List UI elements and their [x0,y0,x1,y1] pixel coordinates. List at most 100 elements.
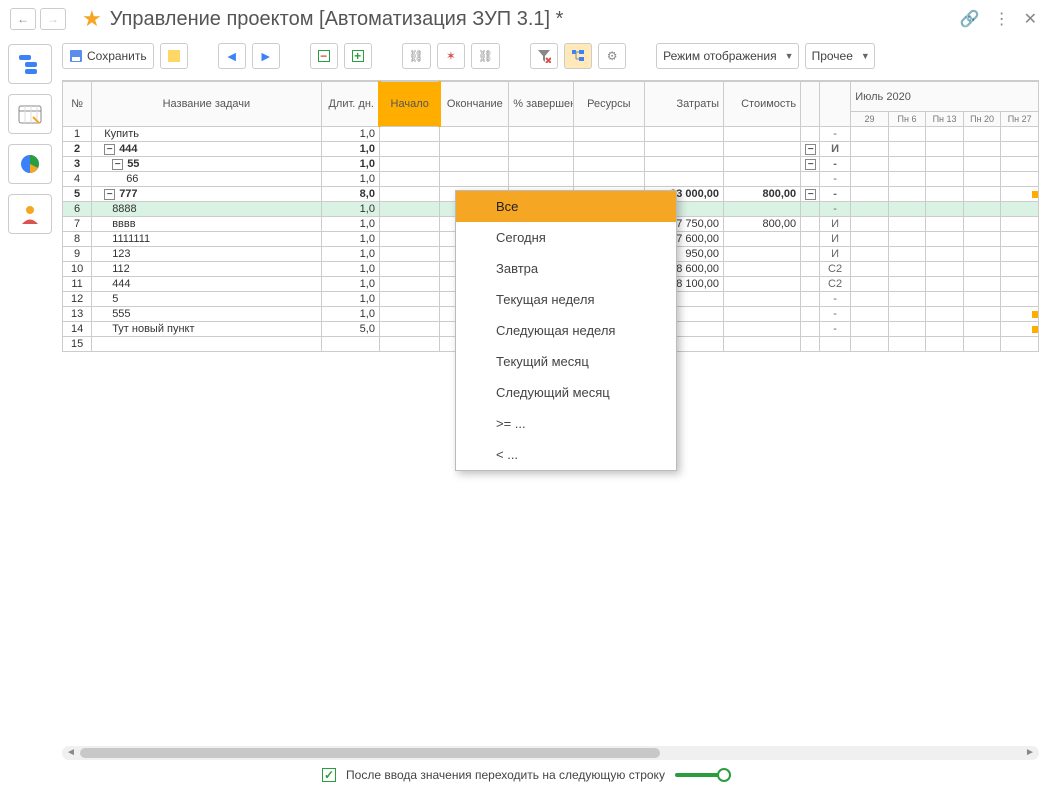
table-row[interactable]: 1Купить1,0- [63,127,1039,142]
gantt-day-0: 29 [851,112,889,127]
dropdown-item-lt[interactable]: < ... [456,439,676,470]
filter-clear-button[interactable] [530,43,558,69]
gantt-month: Июль 2020 [851,82,1039,112]
gantt-day-2: Пн 13 [926,112,964,127]
task-name: 444 [119,143,137,155]
table-row[interactable]: 2−4441,0−И [63,142,1039,157]
chevron-down-icon: ▼ [785,51,794,61]
footer-checkbox[interactable]: ✓ [322,768,336,782]
arrow-right-button[interactable]: ► [252,43,280,69]
link-button[interactable]: ⛓ [402,43,431,69]
table-row[interactable]: 3−551,0−- [63,157,1039,172]
dropdown-item-tomorrow[interactable]: Завтра [456,253,676,284]
funnel-clear-icon [537,49,551,63]
scroll-right-icon[interactable]: ► [1023,746,1037,760]
structure-icon [17,53,43,75]
task-name: вввв [112,218,135,230]
collapse-button[interactable]: − [310,43,338,69]
minus-box-icon: − [318,50,330,62]
expand-toggle-icon[interactable]: − [805,144,816,155]
save-label: Сохранить [87,49,147,63]
page-title: Управление проектом [Автоматизация ЗУП 3… [110,8,960,31]
dropdown-item-gte[interactable]: >= ... [456,408,676,439]
more-menu-icon[interactable]: ⋮ [994,9,1010,29]
dropdown-item-this-month[interactable]: Текущий месяц [456,346,676,377]
arrow-right-icon: ► [259,48,273,64]
task-name: 555 [112,308,130,320]
horizontal-scrollbar[interactable]: ◄ ► [62,746,1039,760]
toggle-knob[interactable] [717,768,731,782]
col-pct[interactable]: % завершения [509,82,574,127]
footer-label: После ввода значения переходить на следу… [346,768,665,782]
pie-chart-icon [17,153,43,175]
unlink-icon: ✶ [446,49,456,63]
expand-toggle-icon[interactable]: − [805,189,816,200]
sidebar-calendar-button[interactable] [8,94,52,134]
save-button[interactable]: Сохранить [62,43,154,69]
user-icon [17,203,43,225]
gantt-day-3: Пн 20 [963,112,1001,127]
scroll-left-icon[interactable]: ◄ [64,746,78,760]
table-row[interactable]: 4661,0- [63,172,1039,187]
calendar-icon [17,103,43,125]
close-icon[interactable]: ✕ [1024,9,1037,29]
col-num[interactable]: № [63,82,92,127]
unlink-button[interactable]: ✶ [437,43,465,69]
task-name: Купить [104,128,139,140]
tree-icon [571,49,585,63]
dropdown-item-next-week[interactable]: Следующая неделя [456,315,676,346]
sidebar-structure-button[interactable] [8,44,52,84]
tree-toggle-icon[interactable]: − [104,189,115,200]
save-icon [69,49,83,63]
sidebar-chart-button[interactable] [8,144,52,184]
link-icon[interactable]: 🔗 [960,9,980,29]
display-mode-button[interactable]: Режим отображения ▼ [656,43,798,69]
nav-back-button[interactable]: ← [10,8,36,30]
dropdown-item-today[interactable]: Сегодня [456,222,676,253]
scrollbar-thumb[interactable] [80,748,660,758]
start-filter-dropdown: Все Сегодня Завтра Текущая неделя Следую… [455,190,677,471]
col-res[interactable]: Ресурсы [573,82,644,127]
gantt-bar [1032,311,1038,318]
col-price[interactable]: Стоимость [724,82,801,127]
link2-button[interactable]: ⛓ [471,43,500,69]
gantt-day-1: Пн 6 [888,112,926,127]
task-name: 444 [112,278,130,290]
other-label: Прочее [812,49,853,63]
dropdown-item-this-week[interactable]: Текущая неделя [456,284,676,315]
favorite-star-icon[interactable]: ★ [82,6,102,32]
tree-toggle-icon[interactable]: − [112,159,123,170]
footer-toggle[interactable] [675,773,725,777]
task-name: 5 [112,293,118,305]
nav-forward-button[interactable]: → [40,8,66,30]
col-cost[interactable]: Затраты [644,82,723,127]
col-expand[interactable] [801,82,820,127]
task-name: 55 [127,158,139,170]
note-button[interactable] [160,43,188,69]
col-dur[interactable]: Длит. дн. [321,82,379,127]
arrow-left-icon: ◄ [225,48,239,64]
dropdown-item-next-month[interactable]: Следующий месяц [456,377,676,408]
task-name: 777 [119,188,137,200]
sidebar-user-button[interactable] [8,194,52,234]
plus-box-icon: + [352,50,364,62]
other-button[interactable]: Прочее ▼ [805,43,875,69]
task-name: 66 [126,173,138,185]
settings-button[interactable]: ⚙ [598,43,626,69]
gantt-day-4: Пн 27 [1001,112,1039,127]
dropdown-item-all[interactable]: Все [456,191,676,222]
col-mark[interactable] [819,82,850,127]
col-start[interactable]: Начало [379,82,439,127]
gantt-bar [1032,191,1038,198]
chevron-down-icon: ▼ [861,51,870,61]
gantt-bar [1032,326,1038,333]
tree-button[interactable] [564,43,592,69]
col-name[interactable]: Название задачи [92,82,321,127]
tree-toggle-icon[interactable]: − [104,144,115,155]
expand-toggle-icon[interactable]: − [805,159,816,170]
arrow-left-button[interactable]: ◄ [218,43,246,69]
col-end[interactable]: Окончание [440,82,509,127]
chain2-icon: ⛓ [478,49,493,63]
chain-icon: ⛓ [409,49,424,63]
expand-button[interactable]: + [344,43,372,69]
